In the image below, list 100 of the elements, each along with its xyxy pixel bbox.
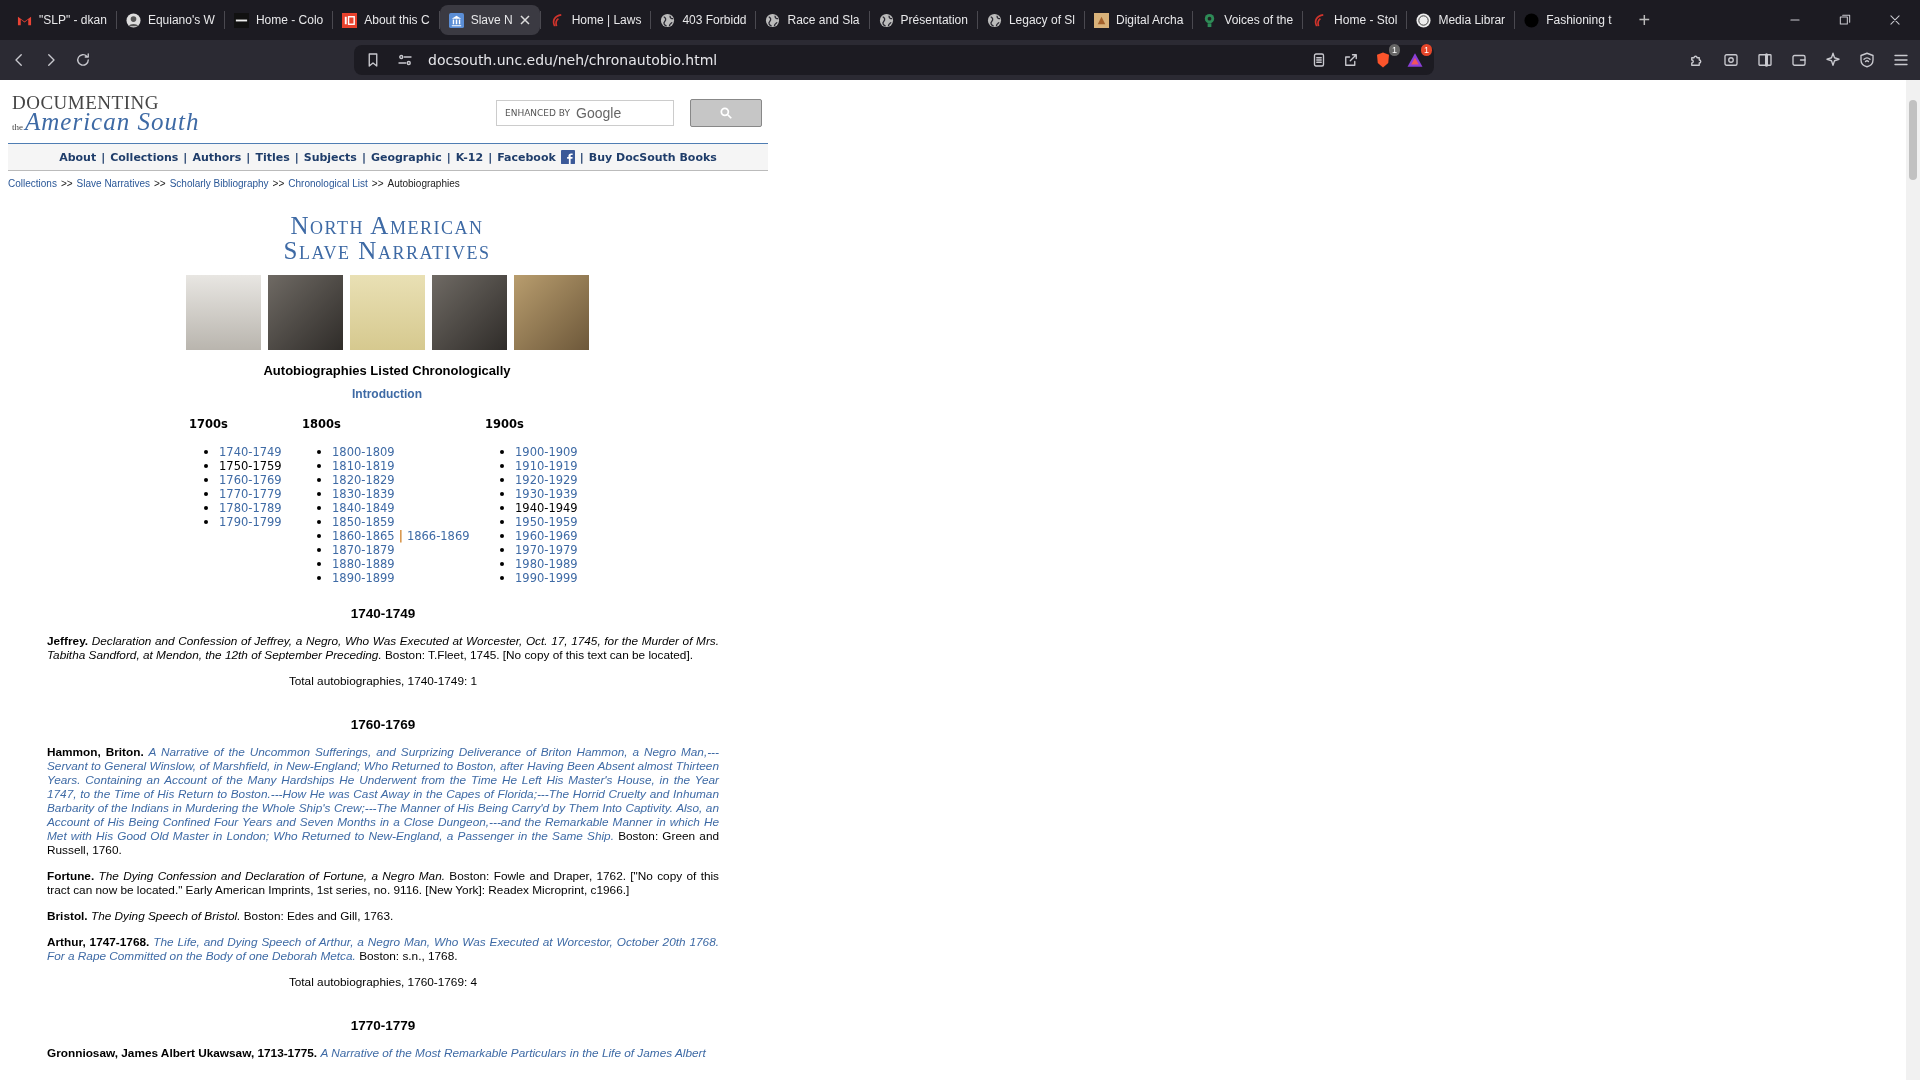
nav-link[interactable]: Buy DocSouth Books: [588, 150, 717, 164]
browser-tab[interactable]: Présentation: [869, 5, 977, 35]
decade-link[interactable]: 1860-1865: [332, 529, 395, 543]
browser-tab[interactable]: Home - Stol: [1303, 5, 1407, 35]
decade-link[interactable]: 1970-1979: [515, 543, 578, 557]
decade-link[interactable]: 1840-1849: [332, 501, 395, 515]
bullet-dot: [317, 576, 321, 580]
bullet-dot: [204, 520, 208, 524]
decade-link[interactable]: 1980-1989: [515, 557, 578, 571]
nav-separator: |: [294, 150, 299, 164]
bullet-dot: [204, 464, 208, 468]
bullet-dot: [317, 450, 321, 454]
decade-link[interactable]: 1870-1879: [332, 543, 395, 557]
decade-link[interactable]: 1890-1899: [332, 571, 395, 585]
bullet-dot: [317, 464, 321, 468]
decade-link[interactable]: 1900-1909: [515, 445, 578, 459]
decade-link[interactable]: 1810-1819: [332, 459, 395, 473]
reload-icon[interactable]: [74, 51, 92, 69]
bullet-dot: [317, 492, 321, 496]
section-total: Total autobiographies, 1760-1769: 4: [287, 975, 479, 989]
decade-link[interactable]: 1910-1919: [515, 459, 578, 473]
restore-icon[interactable]: [1838, 13, 1852, 27]
section-heading: 1760-1769: [349, 718, 417, 732]
sidebar-icon[interactable]: [1756, 51, 1774, 69]
nav-link[interactable]: Authors: [192, 150, 242, 164]
square-logo-icon: [1093, 12, 1109, 28]
browser-tab[interactable]: 403 Forbidd: [651, 5, 756, 35]
nav-link[interactable]: Collections: [110, 150, 179, 164]
square-logo-icon: [233, 12, 249, 28]
facebook-icon[interactable]: [560, 150, 575, 164]
browser-tab[interactable]: Slave N: [439, 5, 540, 35]
search-icon: [719, 106, 733, 120]
scrollbar[interactable]: [1906, 80, 1920, 1080]
breadcrumb-separator: >>: [272, 178, 285, 189]
decade-link[interactable]: 1760-1769: [219, 473, 282, 487]
bullet-dot: [500, 450, 504, 454]
browser-tab[interactable]: Fashioning t: [1515, 5, 1621, 35]
browser-tab[interactable]: Legacy of Sl: [977, 5, 1084, 35]
close-icon[interactable]: [519, 15, 530, 25]
browser-tab[interactable]: Home - Colo: [224, 5, 333, 35]
browser-tab[interactable]: Media Librar: [1407, 5, 1515, 35]
decade-link[interactable]: 1880-1889: [332, 557, 395, 571]
decade-link[interactable]: 1740-1749: [219, 445, 282, 459]
decade-link[interactable]: 1830-1839: [332, 487, 395, 501]
nav-link[interactable]: Geographic: [370, 150, 442, 164]
breadcrumb-current: Autobiographies: [387, 178, 460, 189]
breadcrumb-link[interactable]: Scholarly Bibliography: [169, 178, 269, 189]
decade-link[interactable]: 1960-1969: [515, 529, 578, 543]
search-field[interactable]: ENHANCED BY Google: [496, 100, 674, 126]
bullet-dot: [500, 492, 504, 496]
globe-icon: [660, 12, 676, 28]
search-button[interactable]: [690, 99, 762, 127]
decade-link[interactable]: 1800-1809: [332, 445, 395, 459]
vpn-shield-icon[interactable]: [1858, 51, 1876, 69]
decade-link[interactable]: 1790-1799: [219, 515, 282, 529]
breadcrumb-link[interactable]: Chronological List: [288, 178, 368, 189]
share-icon[interactable]: [1342, 51, 1360, 69]
browser-tab[interactable]: Race and Sla: [756, 5, 869, 35]
nav-link[interactable]: Subjects: [303, 150, 357, 164]
bullet-dot: [500, 576, 504, 580]
lion-shield-icon[interactable]: [1374, 51, 1392, 69]
decade-link[interactable]: 1990-1999: [515, 571, 578, 585]
decade-link[interactable]: 1920-1929: [515, 473, 578, 487]
decade-link[interactable]: 1850-1859: [332, 515, 395, 529]
close-icon[interactable]: [1888, 13, 1902, 27]
rewards-badge: 1: [1421, 44, 1432, 56]
site-logo[interactable]: DOCUMENTING theAmerican South: [12, 92, 200, 134]
decade-link[interactable]: 1770-1779: [219, 487, 282, 501]
bullet-dot: [317, 534, 321, 538]
bullet-dot: [317, 548, 321, 552]
screenshot-icon[interactable]: [1722, 51, 1740, 69]
browser-tab[interactable]: Equiano's W: [116, 5, 224, 35]
introduction-link[interactable]: Introduction: [352, 387, 422, 401]
nav-separator: |: [446, 150, 451, 164]
decade-link[interactable]: 1820-1829: [332, 473, 395, 487]
shield-badge: 1: [1389, 44, 1400, 56]
decade-link[interactable]: 1866-1869: [406, 529, 470, 543]
nav-link[interactable]: Facebook: [497, 150, 556, 164]
nav-link[interactable]: About: [59, 150, 97, 164]
browser-tab[interactable]: Digital Archa: [1084, 5, 1193, 35]
page-title: North American Slave Narratives: [283, 213, 491, 263]
triangle-icon[interactable]: [1406, 51, 1424, 69]
new-tab-button[interactable]: +: [1632, 7, 1657, 33]
decade-label: 1940-1949: [515, 501, 578, 515]
decade-label: 1750-1759: [219, 459, 282, 473]
decade-link[interactable]: 1780-1789: [219, 501, 282, 515]
breadcrumb-link[interactable]: Slave Narratives: [76, 178, 150, 189]
sparkle-icon[interactable]: [1824, 51, 1842, 69]
browser-tab[interactable]: About this C: [333, 5, 439, 35]
decade-link[interactable]: 1950-1959: [515, 515, 578, 529]
nav-link[interactable]: K-12: [455, 150, 484, 164]
nav-link[interactable]: Titles: [255, 150, 290, 164]
breadcrumb-link[interactable]: Collections: [8, 178, 57, 189]
browser-tab[interactable]: "SLP" - dkan: [8, 5, 116, 35]
address-bar[interactable]: docsouth.unc.edu/neh/chronautobio.html: [428, 52, 1296, 68]
browser-tab[interactable]: Voices of the: [1193, 5, 1303, 35]
breadcrumb-separator: >>: [371, 178, 384, 189]
decade-link[interactable]: 1930-1939: [515, 487, 578, 501]
browser-tab[interactable]: Home | Laws: [540, 5, 651, 35]
century-heading: 1800s: [302, 417, 342, 431]
